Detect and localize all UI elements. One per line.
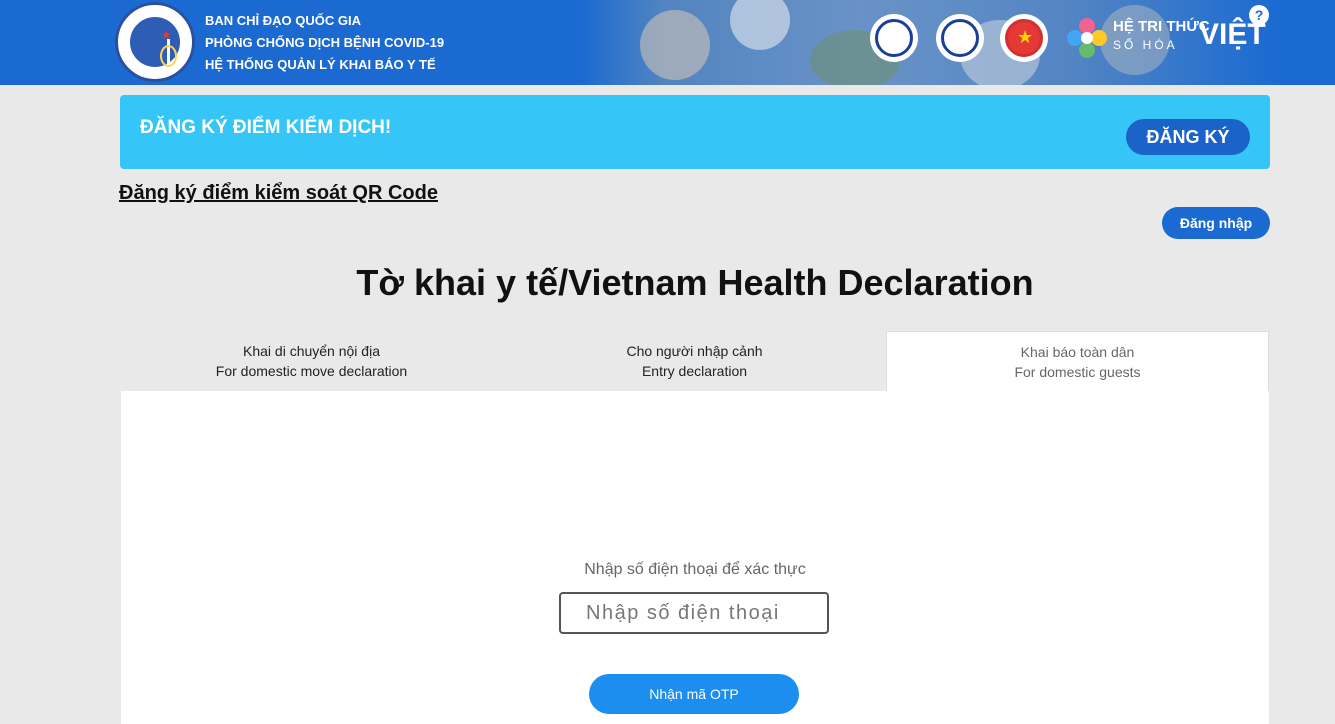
- tab-label-vi: Khai báo toàn dân: [1020, 344, 1135, 360]
- banner-title: ĐĂNG KÝ ĐIỂM KIỂM DỊCH!: [140, 117, 392, 138]
- tab-domestic-move[interactable]: Khai di chuyển nội địa For domestic move…: [120, 331, 503, 392]
- tab-label-vi: Cho người nhập cảnh: [626, 343, 763, 359]
- header-line-3: HỆ THỐNG QUẢN LÝ KHAI BÁO Y TẾ: [205, 57, 436, 72]
- header-title-block: BAN CHỈ ĐẠO QUỐC GIA PHÒNG CHỐNG DỊCH BỆ…: [205, 10, 444, 76]
- ministry-science-logo-icon: [936, 14, 984, 62]
- tab-label-en: For domestic move declaration: [215, 363, 408, 379]
- brand-text-line-2: SỐ HÓA: [1113, 38, 1178, 52]
- brand-text-line-1: HỆ TRI THỨC: [1113, 18, 1210, 35]
- phone-verify-label: Nhập số điện thoại để xác thực: [584, 561, 806, 578]
- header-line-2: PHÒNG CHỐNG DỊCH BỆNH COVID-19: [205, 35, 445, 50]
- header-line-1: BAN CHỈ ĐẠO QUỐC GIA: [205, 13, 361, 28]
- ministry-ict-logo-icon: [870, 14, 918, 62]
- ministry-of-health-logo[interactable]: ★: [115, 2, 195, 82]
- get-otp-button[interactable]: Nhận mã OTP: [589, 674, 799, 714]
- register-button[interactable]: ĐĂNG KÝ: [1126, 119, 1250, 155]
- he-tri-thuc-viet-logo: HỆ TRI THỨC SỐ HÓA VIỆT: [1067, 16, 1266, 60]
- login-button[interactable]: Đăng nhập: [1162, 207, 1270, 239]
- checkpoint-register-banner: ĐĂNG KÝ ĐIỂM KIỂM DỊCH! ĐĂNG KÝ: [120, 95, 1270, 169]
- tab-entry-declaration[interactable]: Cho người nhập cảnh Entry declaration: [503, 331, 886, 392]
- tab-label-vi: Khai di chuyển nội địa: [243, 343, 380, 359]
- help-icon[interactable]: ?: [1249, 5, 1269, 25]
- site-header: ★ BAN CHỈ ĐẠO QUỐC GIA PHÒNG CHỐNG DỊCH …: [0, 0, 1335, 85]
- tab-label-en: Entry declaration: [641, 363, 748, 379]
- flower-logo-icon: [1067, 18, 1107, 58]
- tab-domestic-guests[interactable]: Khai báo toàn dân For domestic guests: [886, 331, 1269, 392]
- tab-label-en: For domestic guests: [1014, 364, 1141, 380]
- declaration-form-panel: Nhập số điện thoại để xác thực Nhận mã O…: [121, 391, 1269, 724]
- phone-number-input[interactable]: [559, 592, 829, 634]
- page-title: Tờ khai y tế/Vietnam Health Declaration: [356, 262, 1034, 303]
- qr-code-register-link[interactable]: Đăng ký điểm kiểm soát QR Code: [119, 182, 438, 205]
- national-emblem-icon: [1000, 14, 1048, 62]
